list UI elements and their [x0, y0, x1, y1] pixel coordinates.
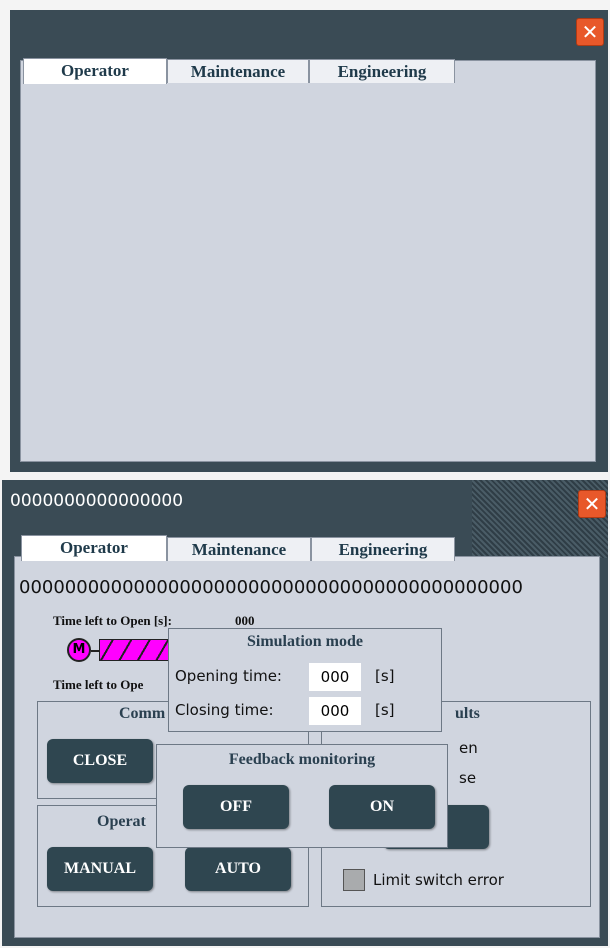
- closing-time-unit: [s]: [375, 701, 395, 719]
- feedback-on-button[interactable]: ON: [329, 785, 435, 829]
- auto-button[interactable]: AUTO: [185, 847, 291, 891]
- opening-time-label: Opening time:: [175, 667, 282, 685]
- close-button[interactable]: CLOSE: [47, 739, 153, 783]
- tab-operator[interactable]: Operator: [23, 58, 167, 84]
- commands-group-label: Comm: [119, 705, 166, 723]
- valve-bar: [99, 639, 179, 661]
- manual-button[interactable]: MANUAL: [47, 847, 153, 891]
- close-icon[interactable]: ✕: [578, 490, 606, 518]
- tab-engineering[interactable]: Engineering: [311, 537, 455, 561]
- tab-engineering[interactable]: Engineering: [309, 59, 455, 83]
- motor-connector: [91, 650, 99, 652]
- fault-close-text: se: [459, 769, 477, 787]
- faults-group-label: ults: [455, 705, 480, 723]
- opening-time-unit: [s]: [375, 667, 395, 685]
- closing-time-label: Closing time:: [175, 701, 274, 719]
- status-line: 0000000000000000000000000000000000000000…: [19, 577, 523, 598]
- feedback-monitoring-title: Feedback monitoring: [228, 751, 376, 768]
- tab-operator[interactable]: Operator: [21, 535, 167, 561]
- time-left-close-label: Time left to Ope: [53, 677, 144, 692]
- fault-open-text: en: [459, 739, 478, 757]
- limit-switch-label: Limit switch error: [373, 871, 504, 889]
- limit-switch-checkbox[interactable]: [343, 869, 365, 891]
- close-icon[interactable]: ✕: [576, 18, 604, 46]
- tab-maintenance[interactable]: Maintenance: [167, 59, 309, 83]
- motor-icon: M: [67, 638, 91, 662]
- window-title: 0000000000000000: [10, 491, 184, 511]
- feedback-off-button[interactable]: OFF: [183, 785, 289, 829]
- simulation-mode-title: Simulation mode: [246, 633, 363, 650]
- time-left-open-label: Time left to Open [s]:: [53, 613, 172, 628]
- tab-maintenance[interactable]: Maintenance: [167, 537, 311, 561]
- feedback-monitoring-dialog: Feedback monitoring OFF ON: [156, 744, 448, 848]
- operation-mode-group-label: Operat: [97, 813, 146, 831]
- window-operator-top: ✕ Operator Maintenance Engineering: [10, 10, 608, 472]
- simulation-mode-dialog: Simulation mode Opening time: 000 [s] Cl…: [168, 628, 442, 732]
- opening-time-input[interactable]: 000: [309, 663, 361, 691]
- window-titlebar: [10, 10, 608, 50]
- closing-time-input[interactable]: 000: [309, 697, 361, 725]
- time-left-open-value: 000: [235, 613, 255, 628]
- tab-panel: Operator Maintenance Engineering: [20, 58, 596, 462]
